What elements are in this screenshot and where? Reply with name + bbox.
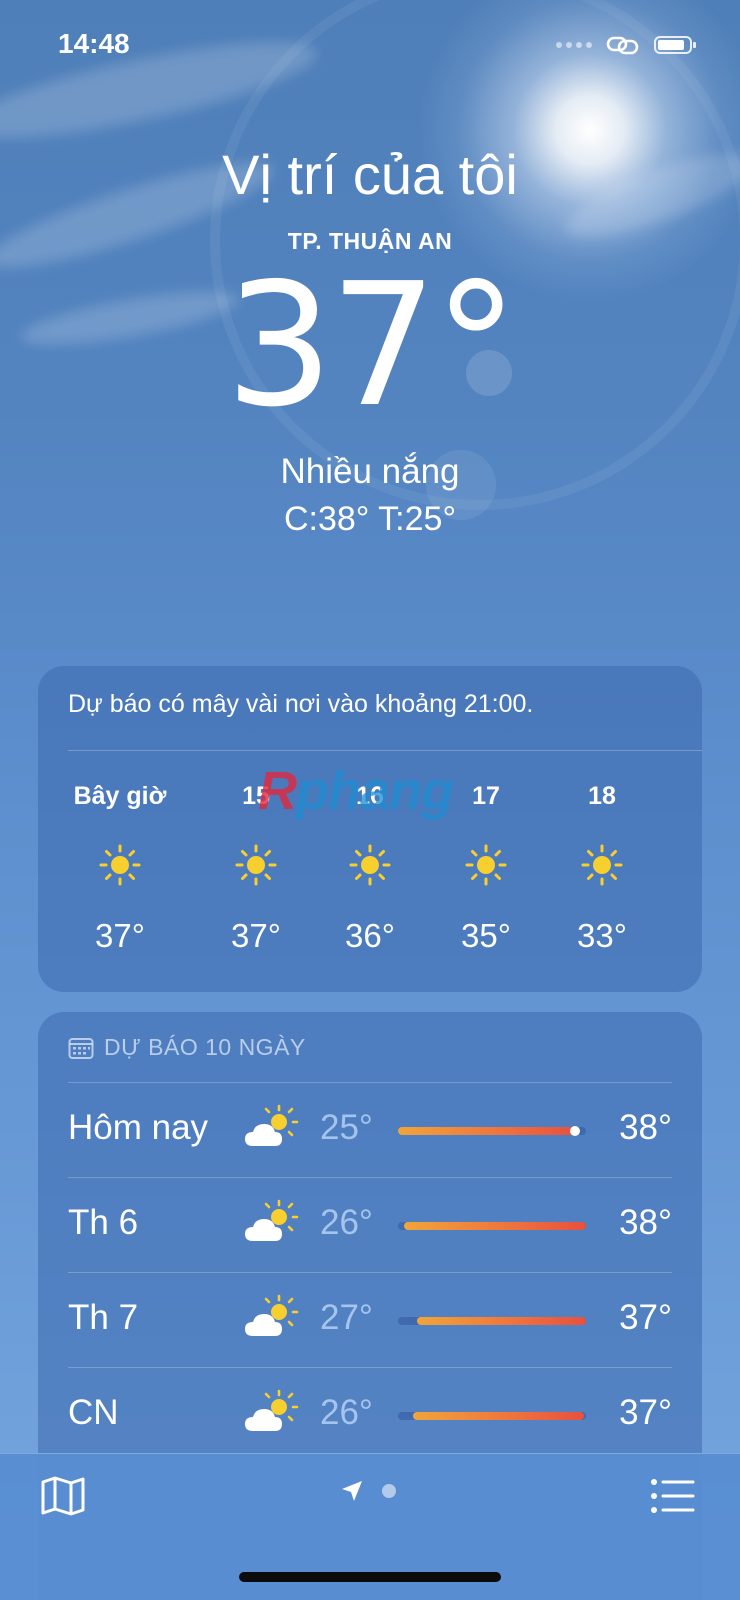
day-name: Th 7	[68, 1298, 139, 1337]
status-time: 14:48	[58, 28, 130, 59]
page-dot[interactable]	[382, 1484, 396, 1498]
list-icon[interactable]	[650, 1477, 696, 1515]
day-high-temp: 37°	[619, 1393, 672, 1432]
day-low-temp: 25°	[320, 1108, 373, 1147]
daily-forecast-title: DỰ BÁO 10 NGÀY	[104, 1034, 306, 1060]
partly-cloudy-icon	[243, 1199, 299, 1247]
divider	[68, 1367, 672, 1368]
current-temp-marker	[569, 1126, 580, 1136]
location-title: Vị trí của tôi	[222, 143, 518, 206]
daily-forecast-header: DỰ BÁO 10 NGÀY	[68, 1034, 306, 1061]
partly-cloudy-icon	[243, 1294, 299, 1342]
day-high-temp: 38°	[619, 1108, 672, 1147]
divider	[68, 1082, 672, 1083]
day-low-temp: 26°	[320, 1203, 373, 1242]
sun-icon	[99, 844, 141, 886]
map-icon[interactable]	[40, 1475, 86, 1517]
day-name: Hôm nay	[68, 1108, 209, 1147]
hour-temp: 36°	[345, 917, 395, 954]
day-low-temp: 27°	[320, 1298, 373, 1337]
hour-temp: 37°	[95, 917, 145, 954]
watermark-rest: phang	[296, 761, 454, 821]
location-arrow-icon[interactable]	[340, 1479, 364, 1503]
hourly-forecast-card[interactable]: Dự báo có mây vài nơi vào khoảng 21:00. …	[38, 666, 702, 992]
hour-temp: 35°	[461, 917, 511, 954]
weather-screen: 14:48 Vị trí của tôi TP. THUẬN AN 37° Nh…	[0, 0, 740, 1600]
sun-icon	[465, 844, 507, 886]
page-indicator[interactable]	[340, 1479, 396, 1503]
temperature-range-bar	[398, 1126, 586, 1136]
day-high-temp: 38°	[619, 1203, 672, 1242]
home-indicator[interactable]	[239, 1572, 501, 1582]
day-high-temp: 37°	[619, 1298, 672, 1337]
hour-temp: 33°	[577, 917, 627, 954]
link-icon	[606, 36, 639, 55]
day-low-temp: 26°	[320, 1393, 373, 1432]
temperature-range	[398, 1127, 575, 1135]
sun-icon	[349, 844, 391, 886]
divider	[68, 1272, 672, 1273]
temperature-range	[403, 1222, 586, 1230]
temperature-range-bar	[398, 1412, 586, 1420]
day-name: Th 6	[68, 1203, 139, 1242]
sun-icon	[581, 844, 623, 886]
hourly-summary: Dự báo có mây vài nơi vào khoảng 21:00.	[68, 690, 534, 718]
divider	[68, 1177, 672, 1178]
watermark-logo: Rphang	[258, 760, 454, 822]
daily-row[interactable]: Th 7 27° 37°	[68, 1272, 672, 1367]
current-temperature: 37°	[225, 247, 518, 445]
status-icons	[556, 34, 696, 56]
hour-item[interactable]: Bây giờ 37°	[62, 776, 178, 955]
divider	[0, 1453, 740, 1454]
watermark-letter: R	[258, 761, 297, 821]
daily-row[interactable]: CN 26° 37°	[68, 1367, 672, 1462]
hour-label: 18	[588, 782, 616, 810]
calendar-icon	[68, 1037, 94, 1059]
current-condition: Nhiều nắng	[280, 452, 460, 491]
partly-cloudy-icon	[243, 1104, 299, 1152]
battery-icon	[654, 36, 696, 54]
hour-label: Bây giờ	[73, 782, 167, 810]
temperature-range-bar	[398, 1317, 586, 1325]
high-low-temperature: C:38° T:25°	[283, 500, 457, 538]
hour-item[interactable]: 18 33°	[544, 776, 660, 955]
daily-row[interactable]: Th 6 26° 38°	[68, 1177, 672, 1272]
hour-temp: 37°	[231, 917, 281, 954]
divider	[68, 750, 702, 751]
signal-icon	[556, 42, 592, 48]
temperature-range	[416, 1317, 586, 1325]
daily-row[interactable]: Hôm nay 25° 38°	[68, 1082, 672, 1177]
temperature-range	[413, 1412, 585, 1420]
partly-cloudy-icon	[243, 1389, 299, 1437]
sun-icon	[235, 844, 277, 886]
day-name: CN	[68, 1393, 119, 1432]
temperature-range-bar	[398, 1222, 586, 1230]
